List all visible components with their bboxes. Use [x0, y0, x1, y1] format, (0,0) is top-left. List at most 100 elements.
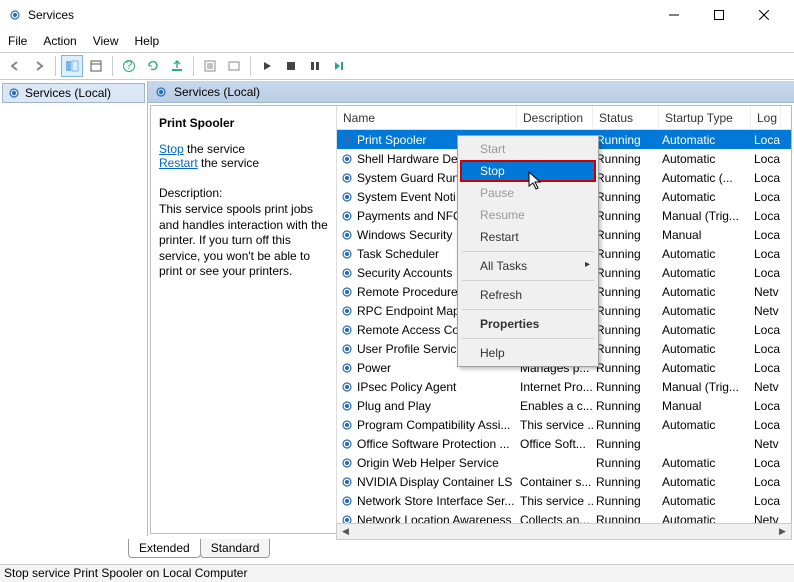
action-button[interactable]	[223, 55, 245, 77]
cell-startup: Automatic	[659, 151, 751, 167]
maximize-button[interactable]	[696, 1, 741, 29]
detail-pane: Print Spooler Stop the service Restart t…	[151, 106, 337, 533]
restart-service-line: Restart the service	[159, 156, 328, 170]
service-row[interactable]: Plug and PlayEnables a c...RunningManual…	[337, 396, 791, 415]
cell-logon: Loca	[751, 474, 781, 490]
cell-logon: Netv	[751, 379, 781, 395]
ctx-refresh[interactable]: Refresh	[460, 284, 596, 306]
cell-logon: Loca	[751, 322, 781, 338]
col-startup-type[interactable]: Startup Type	[659, 106, 751, 129]
refresh-button[interactable]	[142, 55, 164, 77]
ctx-all-tasks[interactable]: All Tasks	[460, 255, 596, 277]
ctx-sep	[462, 309, 594, 310]
service-row[interactable]: NVIDIA Display Container LSContainer s..…	[337, 472, 791, 491]
service-row[interactable]: Origin Web Helper ServiceRunningAutomati…	[337, 453, 791, 472]
cell-name: Network Store Interface Ser...	[337, 493, 517, 509]
cell-status: Running	[593, 341, 659, 357]
cell-logon: Loca	[751, 208, 781, 224]
content-header: Services (Local)	[148, 81, 794, 103]
ctx-resume: Resume	[460, 204, 596, 226]
cell-status: Running	[593, 379, 659, 395]
col-status[interactable]: Status	[593, 106, 659, 129]
col-description[interactable]: Description	[517, 106, 593, 129]
ctx-restart[interactable]: Restart	[460, 226, 596, 248]
cell-startup: Automatic	[659, 341, 751, 357]
restart-service-button[interactable]	[328, 55, 350, 77]
ctx-properties[interactable]: Properties	[460, 313, 596, 335]
ctx-help[interactable]: Help	[460, 342, 596, 364]
view-tabs: Extended Standard	[128, 539, 269, 558]
cell-logon: Loca	[751, 132, 781, 148]
service-row[interactable]: Office Software Protection ...Office Sof…	[337, 434, 791, 453]
cell-logon: Loca	[751, 170, 781, 186]
ctx-stop[interactable]: Stop	[460, 160, 596, 182]
cell-name: Program Compatibility Assi...	[337, 417, 517, 433]
cell-logon: Loca	[751, 360, 781, 376]
cell-startup: Automatic	[659, 455, 751, 471]
export-list-button[interactable]	[85, 55, 107, 77]
back-button[interactable]	[4, 55, 26, 77]
show-hide-tree-button[interactable]	[61, 55, 83, 77]
scroll-right-icon[interactable]: ▶	[774, 524, 791, 539]
cell-startup	[659, 443, 751, 445]
stop-link[interactable]: Stop	[159, 142, 184, 156]
cell-description: This service ...	[517, 493, 593, 509]
ctx-sep	[462, 280, 594, 281]
cell-logon: Loca	[751, 455, 781, 471]
cell-status: Running	[593, 417, 659, 433]
cell-status: Running	[593, 398, 659, 414]
service-row[interactable]: Program Compatibility Assi...This servic…	[337, 415, 791, 434]
selected-service-name: Print Spooler	[159, 116, 328, 130]
start-service-button[interactable]	[256, 55, 278, 77]
col-name[interactable]: Name	[337, 106, 517, 129]
service-row[interactable]: Network Store Interface Ser...This servi…	[337, 491, 791, 510]
properties-button[interactable]	[199, 55, 221, 77]
ctx-sep	[462, 251, 594, 252]
menu-help[interactable]: Help	[127, 32, 168, 50]
cell-logon: Loca	[751, 341, 781, 357]
tab-standard[interactable]: Standard	[200, 539, 271, 558]
cell-logon: Netv	[751, 303, 781, 319]
status-text: Stop service Print Spooler on Local Comp…	[4, 566, 247, 580]
cell-logon: Loca	[751, 227, 781, 243]
context-menu: Start Stop Pause Resume Restart All Task…	[457, 135, 599, 367]
stop-service-button[interactable]	[280, 55, 302, 77]
ctx-sep	[462, 338, 594, 339]
cell-startup: Manual (Trig...	[659, 379, 751, 395]
service-row[interactable]: IPsec Policy AgentInternet Pro...Running…	[337, 377, 791, 396]
cell-startup: Automatic	[659, 493, 751, 509]
list-header: Name Description Status Startup Type Log	[337, 106, 791, 130]
tab-extended[interactable]: Extended	[128, 539, 201, 558]
menu-action[interactable]: Action	[35, 32, 84, 50]
title-bar: Services	[0, 0, 794, 30]
description-text: This service spools print jobs and handl…	[159, 202, 328, 280]
horizontal-scrollbar[interactable]: ◀ ▶	[336, 523, 792, 540]
close-button[interactable]	[741, 1, 786, 29]
minimize-button[interactable]	[651, 1, 696, 29]
cell-description: This service ...	[517, 417, 593, 433]
menu-file[interactable]: File	[0, 32, 35, 50]
cell-startup: Automatic	[659, 189, 751, 205]
forward-button[interactable]	[28, 55, 50, 77]
col-logon[interactable]: Log	[751, 106, 781, 129]
cell-startup: Manual	[659, 398, 751, 414]
menu-view[interactable]: View	[85, 32, 127, 50]
cell-status: Running	[593, 474, 659, 490]
restart-link[interactable]: Restart	[159, 156, 198, 170]
cell-logon: Loca	[751, 398, 781, 414]
help-button[interactable]: ?	[118, 55, 140, 77]
menu-bar: File Action View Help	[0, 30, 794, 52]
window-title: Services	[28, 8, 74, 22]
svg-text:?: ?	[126, 59, 133, 72]
stop-service-line: Stop the service	[159, 142, 328, 156]
cell-startup: Automatic	[659, 284, 751, 300]
tree-root-item[interactable]: Services (Local)	[2, 83, 145, 103]
scroll-left-icon[interactable]: ◀	[337, 524, 354, 539]
app-icon	[8, 8, 22, 22]
pause-service-button[interactable]	[304, 55, 326, 77]
cell-status: Running	[593, 265, 659, 281]
cell-status: Running	[593, 493, 659, 509]
export-button[interactable]	[166, 55, 188, 77]
cell-status: Running	[593, 284, 659, 300]
main-area: Services (Local) Services (Local) Print …	[0, 80, 794, 536]
